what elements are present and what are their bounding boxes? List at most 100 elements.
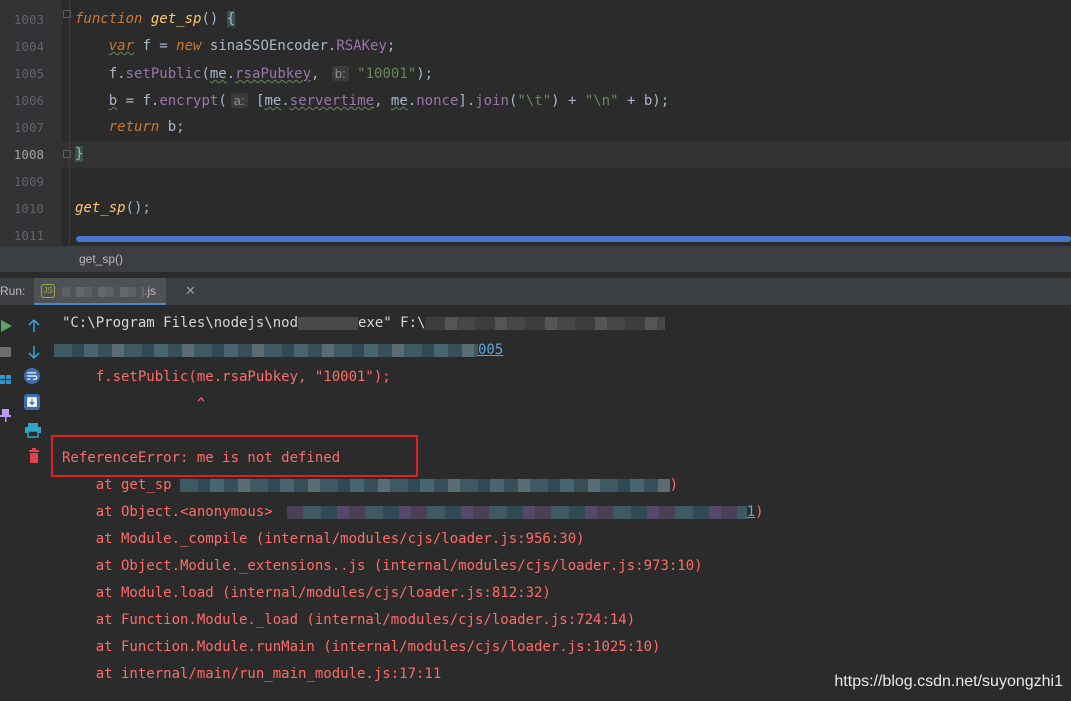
code-token: () (201, 11, 227, 27)
run-toolbar (0, 306, 18, 701)
line-number: 1007 (13, 120, 44, 135)
line-number: 1010 (13, 201, 44, 216)
line-number: 1009 (13, 174, 44, 189)
stack-link[interactable]: 1 (747, 504, 755, 520)
code-token: me (264, 93, 282, 109)
code-token: setPublic (125, 66, 202, 82)
stop-icon[interactable] (0, 344, 16, 360)
pin-icon[interactable] (0, 408, 16, 424)
code-line[interactable]: var f = new sinaSSOEncoder.RSAKey; (75, 33, 396, 60)
code-token: ); (416, 66, 434, 82)
fold-marker-icon[interactable] (63, 150, 71, 158)
code-line[interactable]: } (75, 141, 84, 168)
code-token: new (176, 38, 202, 54)
command-line: "C:\Program Files\nodejs\nod exe" F:\ (62, 310, 666, 337)
code-token: return (108, 119, 160, 135)
code-token: RSAKey (336, 38, 387, 54)
code-token: ]. (458, 93, 476, 109)
line-number: 1003 (13, 12, 44, 27)
code-token: b (108, 93, 118, 109)
code-token: sinaSSOEncoder. (201, 38, 337, 54)
code-line[interactable]: return b; (75, 114, 185, 141)
line-number: 1004 (13, 39, 44, 54)
parameter-hint: b: (331, 66, 349, 81)
code-token: get_sp (150, 11, 202, 27)
run-tab-label: .js (144, 284, 156, 298)
trash-icon[interactable] (26, 448, 42, 464)
caret-line: ^ (62, 396, 206, 412)
file-location-line: 005 (54, 337, 503, 364)
stack-frame: at Module.load (internal/modules/cjs/loa… (62, 585, 551, 601)
stack-frame: at internal/main/run_main_module.js:17:1… (62, 666, 442, 682)
code-token: , (311, 66, 328, 82)
soft-wrap-icon[interactable] (24, 368, 40, 384)
line-number: 1011 (13, 228, 44, 243)
breadcrumb-bar: get_sp() (0, 245, 1071, 272)
stack-frame: at Function.Module.runMain (internal/mod… (62, 639, 661, 655)
gutter-separator (69, 0, 70, 245)
code-token: "\t" (517, 93, 552, 109)
code-line[interactable]: get_sp(); (75, 195, 151, 222)
layout-icon[interactable] (0, 372, 16, 388)
code-token: f. (75, 66, 126, 82)
code-editor[interactable]: 1003 1004 1005 1006 1007 1008 1009 1010 1011 fun… (0, 0, 1071, 245)
redacted-path (425, 316, 666, 330)
code-token: . (226, 66, 236, 82)
code-token: "\n" (584, 93, 619, 109)
code-token: rsaPubkey (235, 66, 312, 82)
code-token: ( (201, 66, 210, 82)
code-token: . (281, 93, 290, 109)
close-tab-icon[interactable]: ✕ (185, 283, 196, 299)
redacted-path (298, 316, 359, 330)
code-token: f = (134, 38, 177, 54)
current-line-highlight (62, 141, 1071, 168)
file-location-link[interactable]: 005 (478, 342, 503, 358)
scroll-to-end-icon[interactable] (24, 394, 40, 410)
code-token: [ (247, 93, 265, 109)
redacted-path (54, 343, 478, 357)
line-number: 1006 (13, 93, 44, 108)
code-token: ; (386, 38, 396, 54)
nodejs-icon: JS (41, 284, 55, 298)
code-token: = f. (117, 93, 160, 109)
editor-scroll-indicator[interactable] (76, 236, 1071, 242)
code-token: me (209, 66, 227, 82)
up-arrow-icon[interactable] (26, 318, 42, 334)
redacted-path (179, 478, 670, 492)
code-token: , (374, 93, 391, 109)
line-number: 1005 (13, 66, 44, 81)
breadcrumb[interactable]: get_sp() (79, 252, 123, 266)
code-token: servertime (289, 93, 375, 109)
rerun-icon[interactable] (0, 318, 16, 334)
print-icon[interactable] (25, 422, 41, 438)
error-highlight-box (51, 435, 418, 477)
stack-frame: at Object.Module._extensions..js (intern… (62, 558, 703, 574)
code-token: nonce (416, 93, 459, 109)
code-token: + b); (618, 93, 670, 109)
console-side-toolbar (20, 306, 48, 701)
run-label: Run: (0, 284, 26, 298)
line-number: 1008 (13, 147, 44, 162)
code-line[interactable]: b = f.encrypt(a: [me.servertime, me.nonc… (75, 87, 669, 114)
down-arrow-icon[interactable] (26, 344, 42, 360)
code-token: me (390, 93, 408, 109)
run-tool-window-header: Run: JS .js ✕ (0, 278, 1071, 306)
code-token: get_sp (75, 200, 126, 216)
console-output[interactable]: "C:\Program Files\nodejs\nod exe" F:\ 005… (48, 306, 1071, 701)
stack-frame: at Module._compile (internal/modules/cjs… (62, 531, 585, 547)
code-token: } (75, 146, 84, 162)
code-token: function (75, 11, 143, 27)
code-line[interactable]: f.setPublic(me.rsaPubkey, b: "10001"); (75, 60, 433, 87)
code-token: encrypt (159, 93, 219, 109)
code-line[interactable]: function get_sp() { (75, 6, 236, 33)
code-token: b; (159, 119, 185, 135)
run-tab[interactable]: JS .js ✕ (34, 278, 196, 305)
redacted-filename (62, 287, 144, 297)
parameter-hint: a: (230, 93, 248, 108)
fold-marker-icon[interactable] (63, 10, 71, 18)
